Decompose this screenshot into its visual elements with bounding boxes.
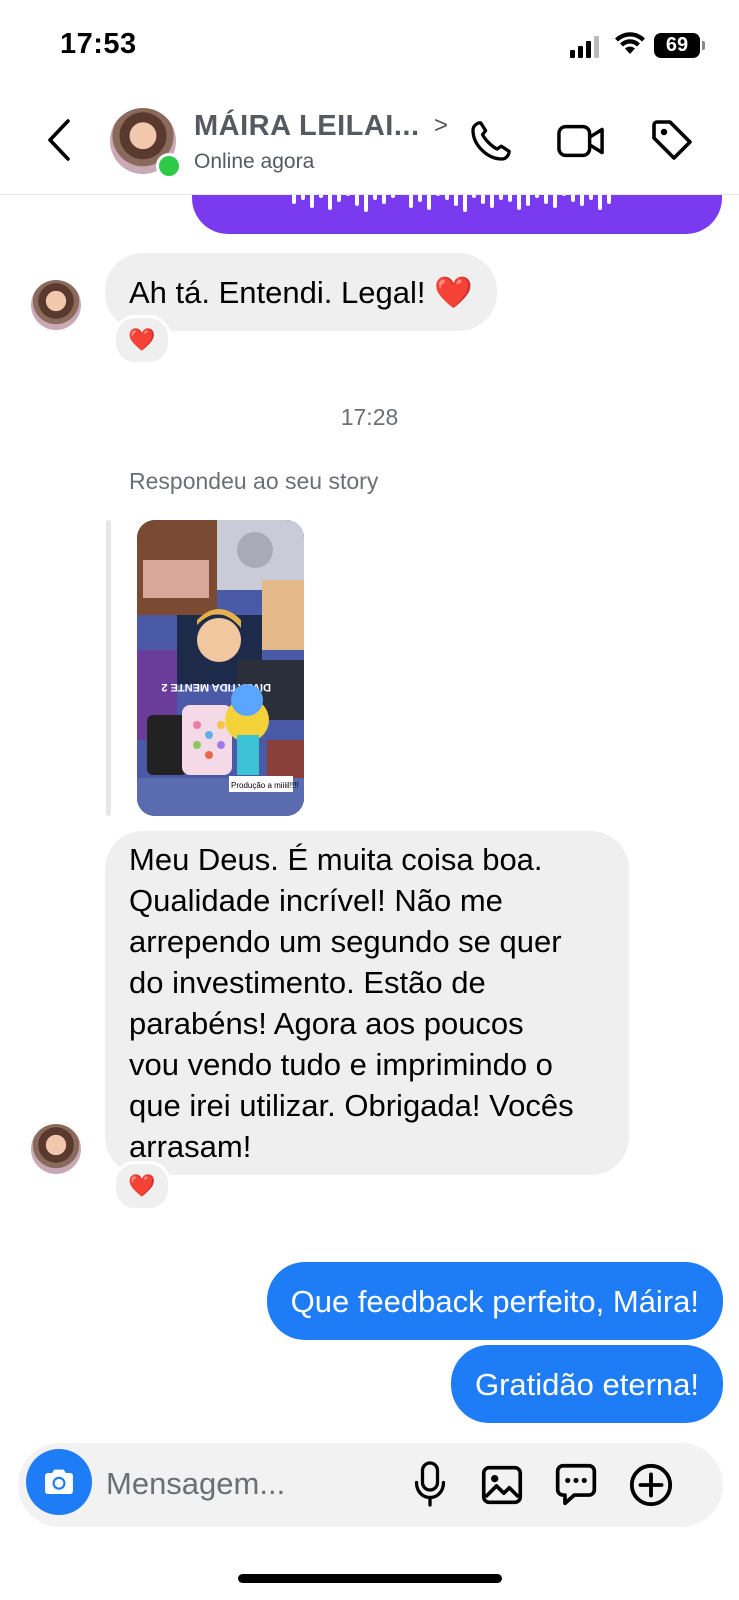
- heart-reaction[interactable]: ❤️: [113, 1161, 171, 1211]
- outgoing-message-bubble[interactable]: Gratidão eterna!: [450, 1345, 723, 1423]
- sender-avatar[interactable]: [31, 280, 81, 330]
- camera-icon: [45, 1469, 73, 1495]
- message-input[interactable]: [106, 1461, 406, 1507]
- message-line: Meu Deus. É muita coisa boa.: [129, 842, 543, 877]
- chat-timestamp: 17:28: [340, 404, 399, 430]
- microphone-icon[interactable]: [412, 1460, 448, 1508]
- reply-indicator-bar: [106, 520, 111, 816]
- message-line: arrependo um segundo se quer: [129, 924, 562, 959]
- battery-cap: [702, 41, 705, 50]
- message-line: parabéns! Agora aos poucos: [129, 1006, 524, 1041]
- contact-chevron[interactable]: >: [434, 112, 448, 140]
- message-line: vou vendo tudo e imprimindo o: [129, 1047, 553, 1082]
- message-text: Gratidão eterna!: [474, 1366, 699, 1402]
- incoming-message-bubble[interactable]: Meu Deus. É muita coisa boa. Qualidade i…: [105, 831, 629, 1175]
- message-text: Ah tá. Entendi. Legal! ❤️: [129, 274, 473, 310]
- wifi-icon: [615, 32, 645, 54]
- phone-icon[interactable]: [468, 118, 514, 164]
- status-time: 17:53: [60, 28, 137, 60]
- story-caption: Produção a miiiil!!!!: [231, 781, 299, 790]
- online-indicator: [156, 153, 182, 179]
- signal-icon: [570, 34, 602, 58]
- home-indicator[interactable]: [238, 1574, 502, 1583]
- story-reply-label: Respondeu ao seu story: [129, 468, 379, 494]
- camera-button[interactable]: [26, 1449, 92, 1515]
- contact-status: Online agora: [194, 150, 315, 173]
- heart-reaction[interactable]: ❤️: [113, 315, 171, 365]
- message-line: do investimento. Estão de: [129, 965, 486, 1000]
- sender-avatar[interactable]: [31, 1124, 81, 1174]
- story-thumbnail[interactable]: DIVERTIDA MENTE 2 Produção a miiiil!!!!: [137, 520, 304, 816]
- sticker-chat-icon[interactable]: [554, 1462, 598, 1508]
- video-camera-icon[interactable]: [556, 118, 606, 164]
- battery-indicator: 69: [654, 33, 700, 58]
- plus-circle-icon[interactable]: [628, 1462, 674, 1508]
- incoming-message-bubble[interactable]: Ah tá. Entendi. Legal! ❤️: [105, 253, 497, 331]
- gallery-icon[interactable]: [480, 1464, 524, 1506]
- back-chevron-icon[interactable]: [44, 118, 74, 162]
- story-collage-image: DIVERTIDA MENTE 2 Produção a miiiil!!!!: [137, 520, 304, 816]
- contact-name[interactable]: MÁIRA LEILAI...: [194, 110, 420, 143]
- outgoing-message-bubble[interactable]: Que feedback perfeito, Máira!: [266, 1262, 723, 1340]
- message-text: Que feedback perfeito, Máira!: [290, 1283, 699, 1319]
- tag-icon[interactable]: [648, 116, 696, 164]
- message-line: arrasam!: [129, 1129, 252, 1164]
- message-line: que irei utilizar. Obrigada! Vocês: [129, 1088, 574, 1123]
- message-line: Qualidade incrível! Não me: [129, 883, 503, 918]
